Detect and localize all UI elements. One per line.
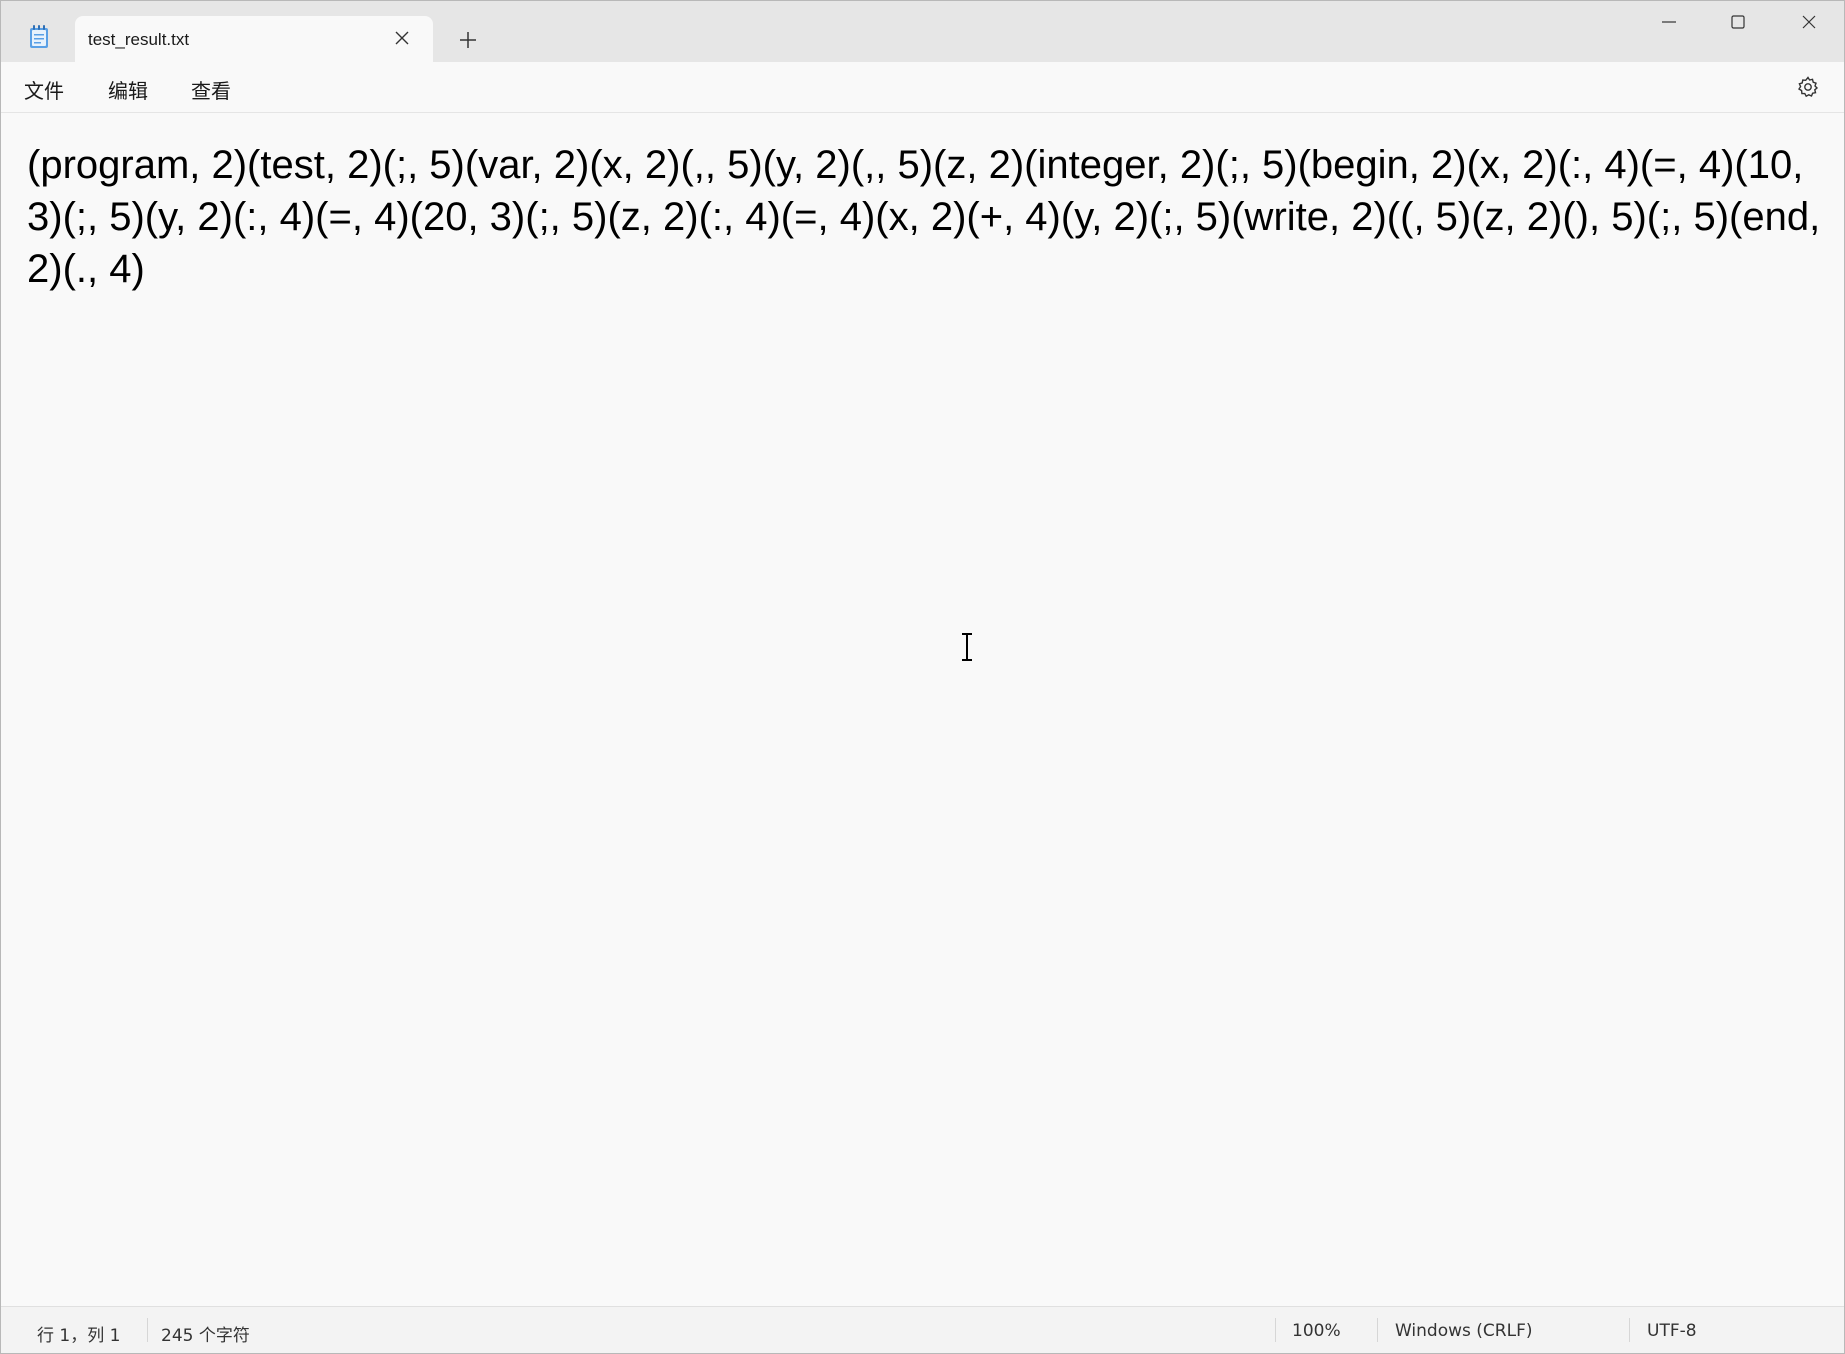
maximize-button[interactable] [1703,1,1773,47]
status-divider [1377,1318,1378,1342]
zoom-level[interactable]: 100% [1292,1321,1341,1341]
menu-edit[interactable]: 编辑 [108,75,148,104]
minimize-icon [1661,14,1677,35]
menu-view[interactable]: 查看 [191,75,231,104]
title-bar[interactable]: test_result.txt [1,1,1844,63]
encoding[interactable]: UTF-8 [1647,1321,1697,1341]
close-icon[interactable] [393,29,411,47]
gear-icon[interactable] [1796,75,1820,99]
status-divider [1275,1318,1276,1342]
maximize-icon [1730,14,1746,35]
menu-file[interactable]: 文件 [24,75,64,104]
status-divider [1629,1318,1630,1342]
minimize-button[interactable] [1634,1,1704,47]
status-divider [147,1318,148,1342]
tab-test-result[interactable]: test_result.txt [75,16,433,63]
cursor-position: 行 1，列 1 [37,1326,121,1346]
notepad-icon [29,25,49,49]
status-bar: 行 1，列 1 245 个字符 100% Windows (CRLF) UTF-… [1,1306,1844,1353]
editor-content[interactable]: (program, 2)(test, 2)(;, 5)(var, 2)(x, 2… [27,139,1837,295]
notepad-window: test_result.txt 文件 编辑 查看 (program, 2)(te… [0,0,1845,1354]
tab-title: test_result.txt [88,30,190,49]
line-ending[interactable]: Windows (CRLF) [1395,1321,1533,1341]
text-editor[interactable]: (program, 2)(test, 2)(;, 5)(var, 2)(x, 2… [1,113,1844,1305]
menu-bar: 文件 编辑 查看 [1,62,1844,113]
close-icon [1801,14,1817,35]
ibeam-cursor-icon [959,633,975,661]
close-window-button[interactable] [1774,1,1844,47]
character-count: 245 个字符 [161,1326,250,1346]
plus-icon[interactable] [456,28,480,52]
